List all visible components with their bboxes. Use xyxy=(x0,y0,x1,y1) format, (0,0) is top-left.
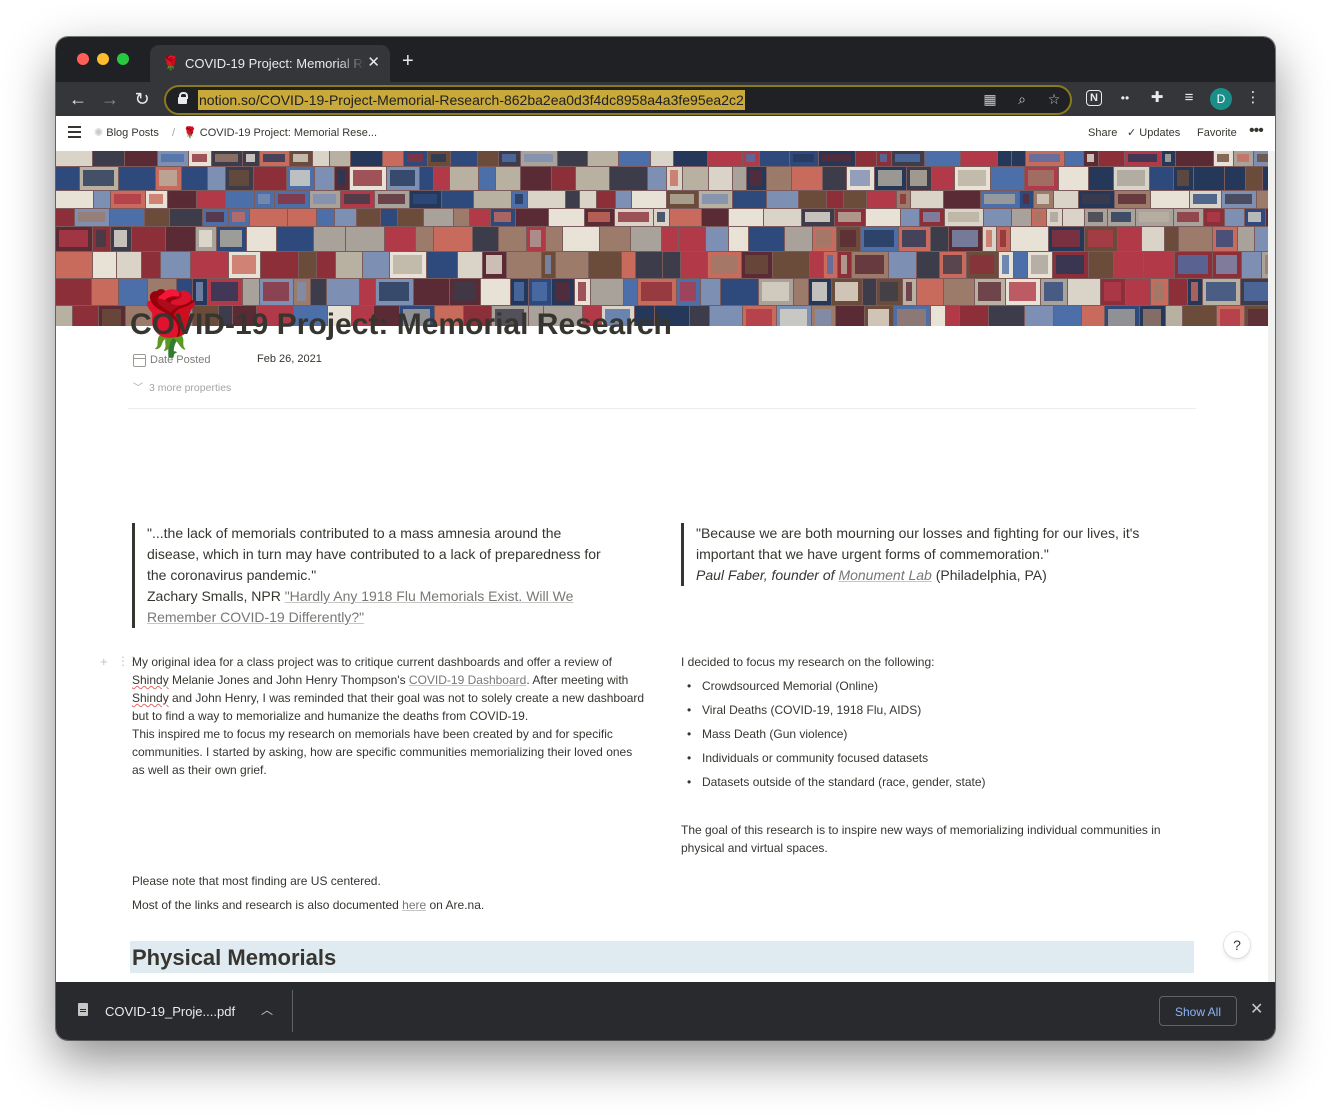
browser-tab[interactable]: 🌹 COVID-19 Project: Memorial Re ✕ xyxy=(150,45,390,82)
monument-lab-link[interactable]: Monument Lab xyxy=(838,567,931,583)
breadcrumb-blog-posts[interactable]: ✺ Blog Posts xyxy=(94,126,159,141)
quote-block-left[interactable]: "...the lack of memorials contributed to… xyxy=(132,523,617,628)
section-heading-block[interactable]: Physical Memorials xyxy=(130,941,1194,973)
favorite-button[interactable]: Favorite xyxy=(1197,126,1237,141)
paragraph-text: Melanie Jones and John Henry Thompson's xyxy=(168,673,409,687)
property-value[interactable]: Feb 26, 2021 xyxy=(257,352,322,366)
flower-icon: ✺ xyxy=(94,127,104,139)
puzzle-extension-icon[interactable]: ✚ xyxy=(1146,87,1168,109)
focus-list: Crowdsourced Memorial (Online) Viral Deat… xyxy=(681,677,986,797)
show-all-button[interactable]: Show All xyxy=(1159,996,1237,1026)
lock-icon xyxy=(178,92,188,104)
check-icon: ✓ xyxy=(1127,127,1137,139)
page-title[interactable]: COVID-19 Project: Memorial Research xyxy=(130,305,672,345)
note-paragraph[interactable]: Please note that most finding are US cen… xyxy=(132,872,381,890)
paragraph-text: . After meeting with xyxy=(526,673,629,687)
kebab-menu-icon[interactable]: ⋮ xyxy=(1242,87,1264,109)
page-scrollbar[interactable] xyxy=(1268,151,1275,982)
quote-attribution: Paul Faber, founder of xyxy=(696,567,839,583)
tab-title: COVID-19 Project: Memorial Re xyxy=(185,56,365,71)
minimize-window-button[interactable] xyxy=(97,53,109,65)
reading-list-icon[interactable]: ≡ xyxy=(1178,87,1200,109)
link-extension-icon[interactable]: •• xyxy=(1114,87,1136,109)
star-icon[interactable]: ☆ xyxy=(1045,90,1063,108)
rose-icon: 🌹 xyxy=(183,127,197,139)
cover-image[interactable] xyxy=(56,151,1268,326)
focus-list-item[interactable]: Mass Death (Gun violence) xyxy=(681,725,986,743)
quilt-mosaic-image xyxy=(56,151,1268,326)
hamburger-icon[interactable] xyxy=(68,126,81,138)
property-name[interactable]: Date Posted xyxy=(150,353,211,367)
arena-note-paragraph[interactable]: Most of the links and research is also d… xyxy=(132,896,484,914)
add-block-plus-icon[interactable]: + xyxy=(100,654,108,669)
download-separator xyxy=(292,990,293,1032)
quote-attribution: Zachary Smalls, NPR xyxy=(147,588,285,604)
forward-arrow-icon[interactable]: → xyxy=(98,87,122,111)
breadcrumb-label: COVID-19 Project: Memorial Rese... xyxy=(199,127,378,139)
download-bar: COVID-19_Proje....pdf ︿ Show All ✕ xyxy=(56,982,1275,1040)
covid-dashboard-link[interactable]: COVID-19 Dashboard xyxy=(409,673,526,687)
browser-toolbar: ← → ↻ notion.so/COVID-19-Project-Memoria… xyxy=(56,82,1275,116)
reload-icon[interactable]: ↻ xyxy=(130,87,154,111)
chevron-up-icon[interactable]: ︿ xyxy=(261,1002,273,1019)
calendar-icon xyxy=(133,354,146,367)
download-file-name[interactable]: COVID-19_Proje....pdf xyxy=(105,1003,235,1020)
more-properties-toggle[interactable]: ﹀ 3 more properties xyxy=(133,381,231,396)
close-window-button[interactable] xyxy=(77,53,89,65)
url-text[interactable]: notion.so/COVID-19-Project-Memorial-Rese… xyxy=(198,90,745,110)
breadcrumb-label: Blog Posts xyxy=(106,127,159,139)
focus-list-item[interactable]: Individuals or community focused dataset… xyxy=(681,749,986,767)
focus-list-item[interactable]: Crowdsourced Memorial (Online) xyxy=(681,677,986,695)
quote-block-right[interactable]: "Because we are both mourning our losses… xyxy=(681,523,1196,586)
back-arrow-icon[interactable]: ← xyxy=(66,87,90,111)
quote-location: (Philadelphia, PA) xyxy=(931,567,1047,583)
chevron-down-icon: ﹀ xyxy=(133,383,143,394)
paragraph-text: Most of the links and research is also d… xyxy=(132,898,403,912)
updates-label: Updates xyxy=(1139,127,1181,139)
focus-list-item[interactable]: Datasets outside of the standard (race, … xyxy=(681,773,986,791)
more-options-icon[interactable]: ••• xyxy=(1249,122,1264,140)
quote-text: "...the lack of memorials contributed to… xyxy=(147,525,601,583)
properties-divider xyxy=(128,408,1196,409)
rose-favicon-icon: 🌹 xyxy=(162,55,180,71)
focus-list-item[interactable]: Viral Deaths (COVID-19, 1918 Flu, AIDS) xyxy=(681,701,986,719)
close-icon[interactable]: ✕ xyxy=(367,54,380,72)
section-heading: Physical Memorials xyxy=(132,945,337,970)
paragraph-text: My original idea for a class project was… xyxy=(132,655,613,669)
paragraph-text: and John Henry, I was reminded that thei… xyxy=(132,691,645,723)
misspelled-word: Shindy xyxy=(132,691,169,705)
plus-icon[interactable]: + xyxy=(402,50,414,72)
breadcrumb-current-page[interactable]: 🌹 COVID-19 Project: Memorial Rese... xyxy=(183,126,377,141)
zoom-icon[interactable]: ⌕ xyxy=(1013,90,1031,108)
paragraph-text: This inspired me to focus my research on… xyxy=(132,727,633,777)
breadcrumb-separator: / xyxy=(172,127,176,139)
browser-window: 🌹 COVID-19 Project: Memorial Re ✕ + ← → … xyxy=(56,37,1275,1040)
help-button[interactable]: ? xyxy=(1224,932,1250,958)
file-icon xyxy=(78,1003,88,1016)
quote-text: "Because we are both mourning our losses… xyxy=(696,525,1140,562)
zoom-window-button[interactable] xyxy=(117,53,129,65)
goal-paragraph[interactable]: The goal of this research is to inspire … xyxy=(681,821,1201,857)
close-icon[interactable]: ✕ xyxy=(1250,1000,1263,1020)
qr-code-icon[interactable]: ▦ xyxy=(981,90,999,108)
updates-button[interactable]: ✓ Updates xyxy=(1127,126,1180,141)
misspelled-word: Shindy xyxy=(132,673,169,687)
intro-paragraph[interactable]: My original idea for a class project was… xyxy=(132,653,646,779)
tab-bar: 🌹 COVID-19 Project: Memorial Re ✕ + xyxy=(56,37,1275,82)
profile-avatar[interactable]: D xyxy=(1210,88,1232,110)
more-properties-label: 3 more properties xyxy=(149,382,232,394)
notion-extension-icon[interactable]: N xyxy=(1086,90,1102,106)
arena-link[interactable]: here xyxy=(402,898,426,912)
share-button[interactable]: Share xyxy=(1088,126,1117,141)
notion-topbar: ✺ Blog Posts / 🌹 COVID-19 Project: Memor… xyxy=(56,116,1275,151)
focus-intro[interactable]: I decided to focus my research on the fo… xyxy=(681,653,1201,671)
address-bar[interactable]: notion.so/COVID-19-Project-Memorial-Rese… xyxy=(164,85,1072,115)
paragraph-text: on Are.na. xyxy=(426,898,485,912)
